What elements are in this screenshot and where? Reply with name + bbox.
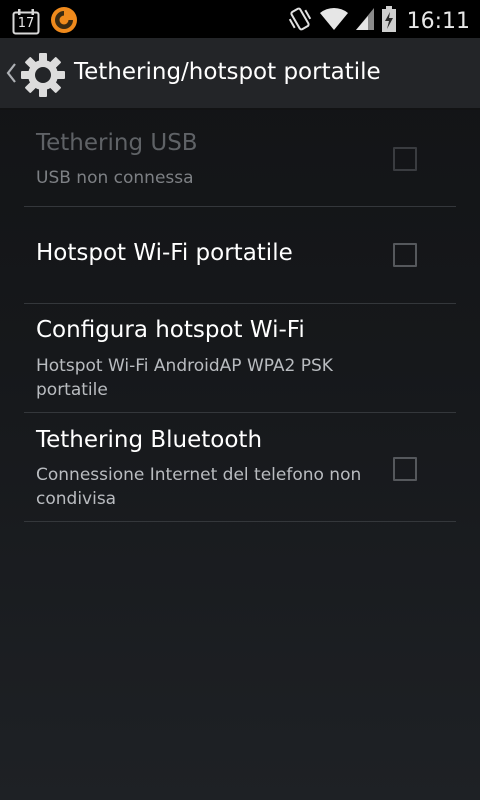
setting-summary: Connessione Internet del telefono non co… — [36, 465, 362, 509]
wifi-icon — [319, 6, 349, 36]
setting-bluetooth-tethering[interactable]: Tethering Bluetooth Connessione Internet… — [24, 413, 456, 522]
usb-tethering-checkbox — [393, 147, 417, 171]
page-title: Tethering/hotspot portatile — [74, 59, 381, 85]
battery-charging-icon — [381, 5, 397, 37]
app-notification-icon — [50, 6, 78, 38]
setting-title: Tethering USB — [36, 130, 198, 156]
setting-usb-tethering: Tethering USB USB non connessa — [24, 110, 456, 207]
back-chevron-icon[interactable] — [5, 62, 17, 88]
setting-summary: USB non connessa — [36, 168, 194, 188]
settings-list: Tethering USB USB non connessa Hotspot W… — [24, 110, 456, 522]
setting-title: Configura hotspot Wi-Fi — [36, 317, 305, 343]
setting-title: Tethering Bluetooth — [36, 427, 263, 453]
bluetooth-tethering-checkbox[interactable] — [393, 457, 417, 481]
status-bar: 17 16:11 — [0, 0, 480, 38]
calendar-day: 17 — [17, 16, 35, 31]
vibrate-icon — [287, 5, 313, 37]
calendar-icon: 17 — [12, 9, 40, 35]
setting-title: Hotspot Wi-Fi portatile — [36, 240, 293, 266]
setting-configure-hotspot[interactable]: Configura hotspot Wi-Fi Hotspot Wi-Fi An… — [24, 304, 456, 413]
settings-gear-icon[interactable] — [20, 52, 66, 102]
setting-wifi-hotspot[interactable]: Hotspot Wi-Fi portatile — [24, 207, 456, 304]
cell-signal-icon — [355, 6, 375, 36]
status-clock: 16:11 — [406, 8, 470, 34]
action-bar: Tethering/hotspot portatile — [0, 38, 480, 110]
wifi-hotspot-checkbox[interactable] — [393, 243, 417, 267]
setting-summary: Hotspot Wi-Fi AndroidAP WPA2 PSK portati… — [36, 356, 333, 400]
